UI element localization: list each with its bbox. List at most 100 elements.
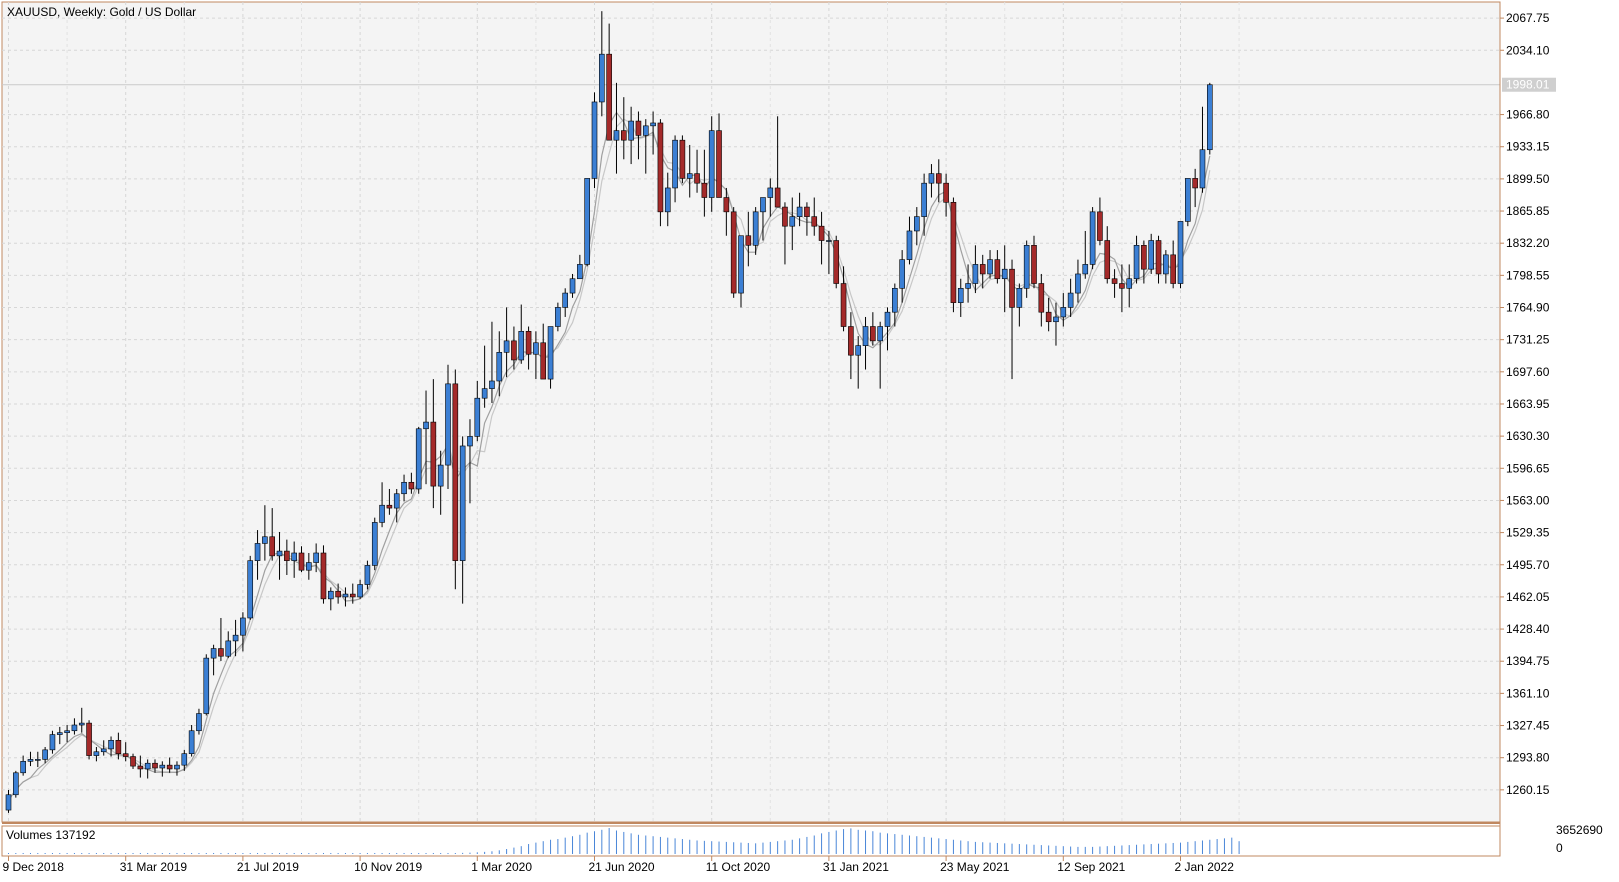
candle-body: [93, 751, 100, 756]
candle-body: [811, 216, 818, 227]
candle[interactable]: [708, 116, 715, 212]
candle[interactable]: [203, 654, 210, 716]
candle-body: [848, 326, 854, 356]
candle-body: [262, 536, 268, 544]
time-tick-label: 10 Nov 2019: [354, 860, 422, 874]
candle[interactable]: [86, 720, 92, 760]
candle-body: [943, 182, 949, 203]
candle-body: [86, 722, 92, 756]
time-tick-label: 1 Mar 2020: [471, 860, 532, 874]
candle-body: [1155, 240, 1162, 275]
candle-body: [276, 550, 283, 557]
candle-body: [225, 640, 232, 657]
price-tick-label: 2034.10: [1506, 43, 1550, 57]
price-tick-label: 1630.30: [1506, 429, 1550, 443]
price-tick-label: 1663.95: [1506, 397, 1550, 411]
candle-body: [987, 259, 993, 275]
candle-body: [415, 428, 422, 490]
candle[interactable]: [1177, 221, 1184, 289]
candle-body: [884, 311, 891, 327]
price-tick-label: 1832.20: [1506, 236, 1550, 250]
candle-body: [862, 326, 869, 346]
candle[interactable]: [1185, 178, 1191, 227]
candle-body: [972, 264, 979, 284]
candle[interactable]: [452, 369, 459, 590]
candle[interactable]: [730, 207, 737, 298]
price-chart[interactable]: 2067.75 2034.10 1966.80 1933.15 1899.50 1865.…: [0, 0, 1619, 877]
candle-body: [518, 330, 525, 361]
candle[interactable]: [1207, 82, 1213, 155]
candle[interactable]: [950, 197, 957, 313]
main-plot-area[interactable]: [1, 1, 1501, 823]
candle-body: [628, 120, 634, 141]
candle[interactable]: [547, 326, 554, 389]
candle[interactable]: [415, 426, 422, 494]
candle-body: [1089, 211, 1096, 265]
candle-body: [34, 759, 41, 761]
candle-body: [540, 342, 547, 380]
candle-body: [1009, 268, 1015, 308]
candle-body: [928, 173, 935, 184]
candle[interactable]: [657, 119, 664, 227]
candle-body: [913, 216, 920, 232]
candle-body: [562, 292, 569, 308]
candle-body: [1126, 278, 1133, 289]
candle-body: [591, 101, 598, 179]
candle-body: [64, 730, 70, 733]
candle-body: [708, 130, 715, 198]
candle-body: [42, 749, 48, 760]
candle-body: [423, 421, 429, 430]
candle-body: [254, 543, 261, 561]
candle-body: [613, 130, 620, 141]
candle-body: [957, 287, 964, 303]
price-tick-label: 1462.05: [1506, 590, 1550, 604]
candle-body: [1104, 240, 1111, 280]
candle-body: [899, 259, 905, 289]
candle-body: [921, 182, 927, 217]
candle-body: [203, 657, 210, 714]
candle-body: [196, 713, 202, 732]
candle[interactable]: [833, 235, 840, 289]
candle-body: [56, 732, 63, 735]
candle-body: [657, 122, 664, 213]
current-price-label: 1998.01: [1506, 78, 1550, 92]
candle-body: [782, 206, 788, 227]
candle-body: [306, 562, 312, 571]
candle-body: [1119, 283, 1125, 289]
candle-body: [115, 739, 122, 754]
candle-body: [1170, 254, 1176, 284]
candle-body: [1133, 244, 1140, 280]
candle-body: [144, 762, 151, 770]
candle-body: [210, 648, 217, 659]
candle-body: [496, 352, 503, 382]
volume-label: Volumes 137192: [6, 828, 96, 842]
candle-body: [1177, 221, 1184, 284]
candle[interactable]: [320, 545, 327, 604]
candle-body: [994, 259, 1001, 280]
candle-body: [833, 240, 840, 284]
candle[interactable]: [1089, 207, 1096, 270]
candle-body: [467, 436, 473, 447]
time-tick-label: 11 Oct 2020: [706, 860, 771, 874]
candle[interactable]: [371, 517, 378, 571]
candle-body: [694, 173, 700, 184]
candle-body: [606, 53, 612, 141]
candle-body: [965, 283, 971, 289]
candle[interactable]: [679, 135, 686, 184]
candle-body: [474, 397, 481, 437]
candle-body: [569, 278, 576, 294]
candle[interactable]: [13, 770, 19, 798]
candle-body: [906, 230, 913, 260]
candle-body: [291, 552, 297, 561]
time-tick-label: 21 Jun 2020: [589, 860, 655, 874]
price-tick-label: 1361.10: [1506, 686, 1550, 700]
candle-body: [533, 342, 539, 355]
candle[interactable]: [247, 555, 254, 620]
candle[interactable]: [584, 178, 590, 267]
candle-body: [218, 648, 224, 657]
candle-body: [752, 211, 759, 246]
candle-body: [20, 761, 26, 774]
candle[interactable]: [591, 92, 598, 188]
candle-body: [1053, 316, 1059, 323]
price-tick-label: 1731.25: [1506, 333, 1550, 347]
